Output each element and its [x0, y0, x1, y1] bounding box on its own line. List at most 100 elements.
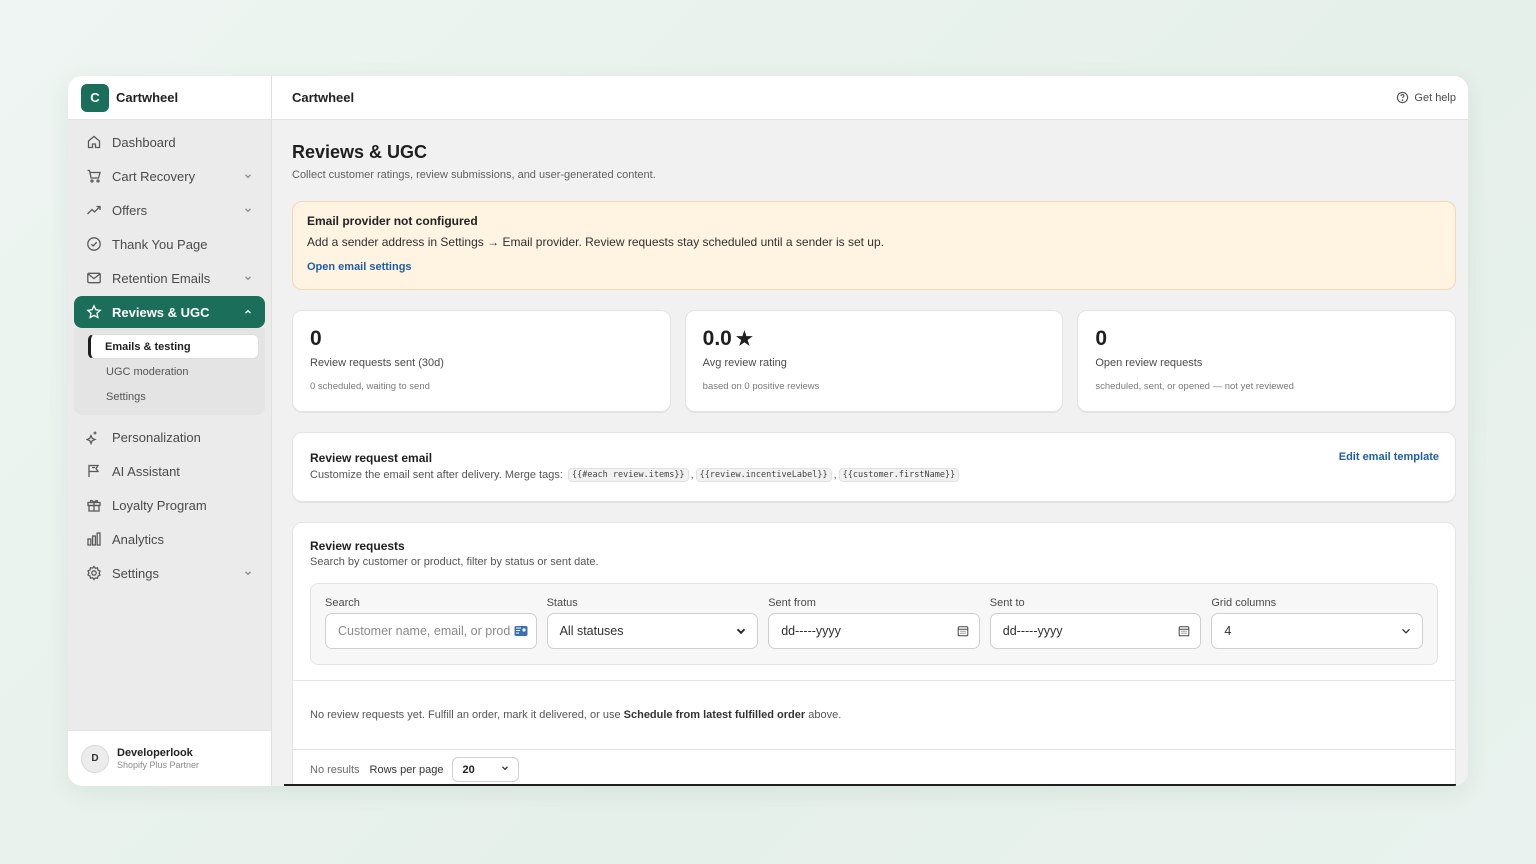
chevron-down-icon — [243, 568, 253, 578]
sidebar-item-label: Thank You Page — [112, 236, 208, 252]
sidebar-item-label: AI Assistant — [112, 463, 180, 479]
gear-icon — [86, 565, 102, 581]
subitem-ugc-moderation[interactable]: UGC moderation — [88, 359, 259, 384]
user-profile[interactable]: D Developerlook Shopify Plus Partner — [68, 730, 271, 786]
sidebar-item-settings[interactable]: Settings — [74, 557, 265, 589]
sent-to-field: Sent to dd-----yyyy — [989, 597, 1202, 651]
star-filled-icon: ★ — [735, 328, 753, 350]
cart-icon — [86, 168, 102, 184]
no-results-label: No results — [310, 763, 360, 776]
chevron-down-icon — [735, 624, 749, 638]
sidebar-item-label: Reviews & UGC — [112, 304, 210, 320]
empty-prefix: No review requests yet. Fulfill an order… — [310, 709, 624, 721]
sidebar-item-loyalty-program[interactable]: Loyalty Program — [74, 489, 265, 521]
grid-columns-select[interactable]: 4 — [1211, 613, 1423, 649]
sidebar-item-dashboard[interactable]: Dashboard — [74, 126, 265, 158]
filters-panel: Search Customer name, email, or prod Sta… — [310, 583, 1438, 665]
open-email-settings-link[interactable]: Open email settings — [307, 261, 412, 273]
rows-per-page-value: 20 — [462, 763, 475, 776]
bottom-border — [284, 784, 1456, 786]
edit-email-template-link[interactable]: Edit email template — [1339, 451, 1439, 463]
stat-card-requests-sent: 0 Review requests sent (30d) 0 scheduled… — [292, 310, 671, 412]
sidebar: C Cartwheel Dashboard Cart Recovery Offe… — [68, 76, 272, 786]
subitem-label: UGC moderation — [106, 365, 189, 378]
gift-icon — [86, 497, 102, 513]
sidebar-item-reviews-ugc[interactable]: Reviews & UGC — [74, 296, 265, 328]
sidebar-item-label: Cart Recovery — [112, 168, 196, 184]
stat-value: 0 — [310, 327, 322, 350]
sidebar-item-label: Dashboard — [112, 134, 176, 150]
search-input[interactable]: Customer name, email, or prod — [325, 613, 537, 649]
chevron-down-icon — [1400, 624, 1414, 638]
sidebar-item-thank-you-page[interactable]: Thank You Page — [74, 228, 265, 260]
chevron-down-icon — [243, 171, 253, 181]
sent-to-value: dd-----yyyy — [1002, 624, 1063, 638]
stats-row: 0 Review requests sent (30d) 0 scheduled… — [292, 310, 1457, 412]
sent-from-value: dd-----yyyy — [781, 624, 841, 638]
merge-tag: {{customer.firstName}} — [838, 468, 960, 482]
calendar-icon — [1178, 624, 1192, 638]
brand-logo: C — [81, 83, 109, 112]
sent-from-date-input[interactable]: dd-----yyyy — [768, 613, 980, 649]
card-desc: Customize the email sent after delivery.… — [310, 469, 563, 481]
star-icon — [86, 304, 102, 320]
stat-card-open-requests: 0 Open review requests scheduled, sent, … — [1077, 310, 1457, 412]
sidebar-item-label: Retention Emails — [112, 270, 211, 286]
sent-to-date-input[interactable]: dd-----yyyy — [989, 613, 1202, 649]
sidebar-item-retention-emails[interactable]: Retention Emails — [74, 262, 265, 294]
flag-icon — [86, 463, 102, 479]
stat-label: Open review requests — [1095, 357, 1203, 369]
sidebar-item-label: Settings — [112, 565, 159, 581]
avatar: D — [81, 744, 109, 773]
field-label: Search — [325, 597, 360, 609]
subitem-settings[interactable]: Settings — [88, 384, 259, 409]
sidebar-item-label: Loyalty Program — [112, 497, 207, 513]
search-placeholder: Customer name, email, or prod — [338, 624, 511, 638]
card-subtitle: Customize the email sent after delivery.… — [310, 468, 1438, 482]
stat-card-avg-rating: 0.0 ★ Avg review rating based on 0 posit… — [684, 310, 1064, 412]
get-help-button[interactable]: Get help — [1396, 91, 1456, 104]
empty-bold: Schedule from latest fulfilled order — [623, 709, 806, 721]
card-subtitle: Search by customer or product, filter by… — [310, 556, 599, 568]
rows-per-page-label: Rows per page — [369, 763, 444, 776]
field-label: Sent from — [768, 597, 816, 609]
rows-per-page-select[interactable]: 20 — [451, 757, 519, 782]
stat-note: based on 0 positive reviews — [702, 381, 820, 392]
home-icon — [86, 134, 102, 150]
sidebar-item-analytics[interactable]: Analytics — [74, 523, 265, 555]
help-circle-icon — [1396, 91, 1409, 104]
sidebar-item-cart-recovery[interactable]: Cart Recovery — [74, 160, 265, 192]
subitem-emails-testing[interactable]: Emails & testing — [88, 334, 259, 359]
stat-value: 0.0 — [702, 327, 732, 350]
card-title: Review request email — [310, 451, 433, 465]
subitem-label: Emails & testing — [105, 340, 191, 353]
subitem-label: Settings — [106, 390, 146, 403]
trend-icon — [86, 202, 102, 218]
check-circle-icon — [86, 236, 102, 252]
sidebar-item-offers[interactable]: Offers — [74, 194, 265, 226]
user-info: Developerlook Shopify Plus Partner — [117, 747, 199, 770]
grid-columns-field: Grid columns 4 — [1211, 597, 1423, 651]
chevron-up-icon — [243, 307, 253, 317]
stat-label: Avg review rating — [702, 357, 787, 369]
field-label: Sent to — [989, 597, 1025, 609]
sidebar-item-label: Analytics — [112, 531, 165, 547]
brand-name: Cartwheel — [116, 90, 179, 105]
empty-state-message: No review requests yet. Fulfill an order… — [293, 681, 1455, 749]
status-select[interactable]: All statuses — [546, 613, 759, 649]
sidebar-item-personalization[interactable]: Personalization — [74, 421, 265, 453]
stat-value-row: 0.0 ★ — [703, 327, 1046, 351]
sidebar-nav: Dashboard Cart Recovery Offers Thank You… — [68, 120, 271, 591]
brand-header[interactable]: C Cartwheel — [68, 76, 271, 120]
sidebar-item-ai-assistant[interactable]: AI Assistant — [74, 455, 265, 487]
sent-from-field: Sent from dd-----yyyy — [768, 597, 980, 651]
chevron-down-icon — [243, 205, 253, 215]
sparkle-icon — [86, 429, 102, 445]
warning-banner: Email provider not configured Add a send… — [292, 201, 1456, 290]
merge-tag: {{review.incentiveLabel}} — [695, 468, 832, 482]
grid-columns-value: 4 — [1224, 624, 1232, 638]
card-title: Review requests — [310, 539, 405, 553]
reviews-submenu: Emails & testing UGC moderation Settings — [74, 328, 265, 415]
pagination-row: No results Rows per page 20 — [293, 749, 1455, 786]
contact-card-icon — [514, 624, 528, 638]
